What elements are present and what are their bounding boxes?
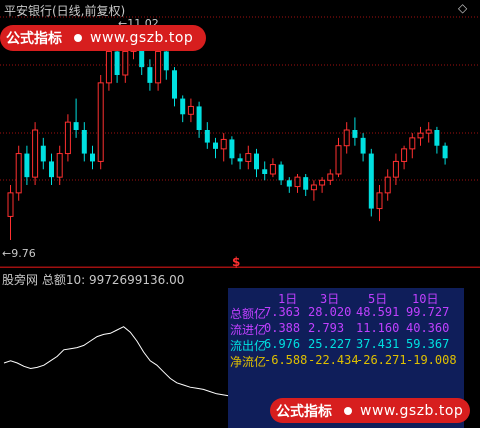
candle-body-down: [278, 164, 284, 181]
candle-body-down: [196, 106, 202, 130]
watermark-url: www.gszb.top: [90, 30, 194, 46]
candle-body-down: [163, 51, 169, 71]
table-row-label: 总额亿: [230, 307, 267, 321]
candle-body-up: [269, 164, 276, 175]
candle-body-up: [417, 132, 424, 139]
candle-body-up: [319, 179, 326, 186]
candle-body-down: [49, 161, 54, 178]
table-cell: 11.160: [356, 321, 400, 335]
table-cell: -19.008: [406, 353, 457, 367]
candle-body-down: [254, 153, 259, 170]
candle-body-down: [114, 51, 120, 75]
candle-body-down: [368, 153, 374, 209]
candle-body-up: [425, 129, 432, 134]
candle-body-up: [401, 148, 408, 162]
watermark-top: 公式指标 www.gszb.top: [0, 25, 206, 51]
candle-body-down: [303, 177, 309, 190]
watermark-dot-icon: [74, 34, 82, 42]
candle-body-down: [360, 137, 366, 154]
candle-body-up: [97, 82, 104, 162]
settings-diamond-icon[interactable]: ◇: [458, 1, 467, 15]
watermark-label: 公式指标: [6, 31, 62, 47]
table-cell: -26.271: [356, 353, 407, 367]
candle-body-down: [442, 145, 448, 159]
candle-body-down: [352, 130, 358, 138]
candle-body-down: [213, 142, 218, 149]
candle-body-down: [229, 139, 235, 159]
candle-body-up: [56, 153, 63, 178]
table-cell: 25.227: [308, 337, 352, 351]
candle-body-up: [7, 192, 14, 217]
table-cell: 2.793: [308, 321, 345, 335]
candle-body-up: [294, 176, 301, 188]
watermark-dot-icon: [344, 406, 352, 415]
table-cell: 7.363: [264, 305, 301, 319]
candle-body-down: [286, 180, 292, 187]
watermark-bottom: 公式指标 www.gszb.top: [270, 398, 470, 423]
candle-body-up: [392, 160, 399, 178]
candle-body-up: [155, 50, 162, 84]
candle-body-down: [40, 145, 46, 162]
table-row-label: 净流亿: [230, 355, 267, 369]
candle-body-down: [180, 98, 186, 115]
table-cell: -6.588: [264, 353, 308, 367]
candle-body-up: [376, 192, 383, 210]
table-cell: -22.434: [308, 353, 359, 367]
watermark-label: 公式指标: [276, 403, 332, 420]
candle-body-up: [335, 145, 342, 175]
table-cell: 28.020: [308, 305, 352, 319]
candle-body-up: [245, 153, 252, 162]
table-cell: 48.591: [356, 305, 400, 319]
candle-body-up: [122, 50, 129, 76]
table-cell: 99.727: [406, 305, 450, 319]
candle-body-up: [310, 184, 317, 191]
low-price-label: ←9.76: [2, 247, 36, 260]
candle-body-up: [15, 153, 22, 194]
table-cell: 59.367: [406, 337, 450, 351]
candle-body-up: [220, 138, 227, 150]
candle-body-up: [409, 137, 416, 150]
sub-indicator-line: [3, 326, 231, 397]
candle-body-up: [105, 50, 112, 84]
candle-body-down: [90, 153, 95, 162]
table-cell: 0.388: [264, 321, 301, 335]
watermark-url: www.gszb.top: [360, 402, 464, 419]
candle-body-down: [434, 130, 440, 146]
signal-mark: $: [232, 255, 240, 268]
candle-body-down: [204, 130, 210, 143]
candle-body-up: [327, 173, 334, 181]
table-cell: 40.360: [406, 321, 450, 335]
table-cell: 37.431: [356, 337, 400, 351]
candle-body-up: [187, 105, 194, 115]
candle-body-down: [81, 130, 87, 154]
table-row-label: 流进亿: [230, 323, 267, 337]
candle-body-down: [262, 169, 268, 174]
candle-body-down: [73, 122, 79, 130]
candle-body-up: [384, 176, 391, 194]
candle-body-up: [32, 129, 39, 178]
candle-body-down: [172, 70, 177, 99]
chart-title: 平安银行(日线,前复权): [4, 4, 126, 18]
candle-body-up: [64, 121, 71, 155]
candle-body-up: [343, 129, 350, 147]
candle-body-down: [24, 153, 30, 178]
table-cell: 6.976: [264, 337, 301, 351]
candle-body-down: [237, 158, 243, 162]
candle-body-down: [147, 67, 153, 83]
table-row-label: 流出亿: [230, 339, 267, 353]
